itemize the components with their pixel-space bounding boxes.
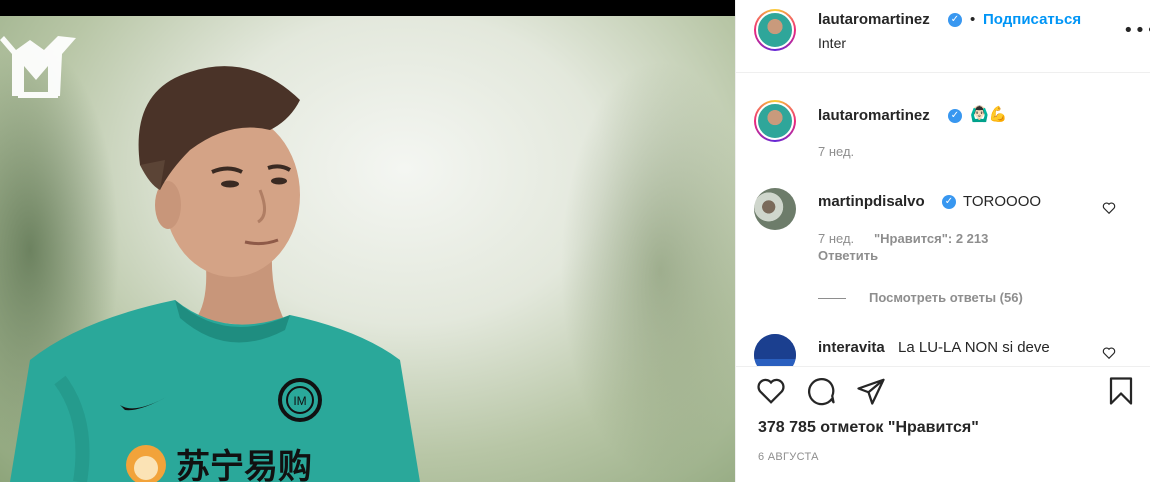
view-replies-button[interactable]: Посмотреть ответы (56) xyxy=(869,290,1023,305)
comment-reply-button[interactable]: Ответить xyxy=(818,248,878,263)
follow-button[interactable]: Подписаться xyxy=(983,11,1081,28)
comment-like-heart-icon[interactable] xyxy=(1102,201,1116,215)
sponsor-text: 苏宁易购 xyxy=(176,447,312,482)
save-bookmark-icon[interactable] xyxy=(1106,376,1136,406)
caption-author-username[interactable]: lautaromartinez xyxy=(818,107,930,124)
watermark-logo xyxy=(0,36,76,98)
instagram-post-view: IM 苏宁易购 lautaromartinez ✓ • Подписаться … xyxy=(0,0,1150,482)
author-avatar[interactable] xyxy=(754,9,796,51)
like-heart-icon[interactable] xyxy=(756,376,786,406)
comment-verified-icon: ✓ xyxy=(942,195,956,209)
comment-like-heart-icon[interactable] xyxy=(1102,346,1116,360)
verified-icon: ✓ xyxy=(948,13,962,27)
caption-age[interactable]: 7 нед. xyxy=(818,144,854,159)
post-actions: 378 785 отметок "Нравится" 6 АВГУСТА xyxy=(736,366,1150,482)
post-location[interactable]: Inter xyxy=(818,35,846,51)
author-username[interactable]: lautaromartinez xyxy=(818,11,930,28)
svg-text:IM: IM xyxy=(293,394,306,408)
comment-icon[interactable] xyxy=(806,376,836,406)
comment-avatar[interactable] xyxy=(754,188,796,230)
caption-text: 🙆🏻‍♂️💪 xyxy=(970,105,1008,123)
share-icon[interactable] xyxy=(856,376,886,406)
inter-badge: IM xyxy=(278,378,322,422)
post-header: lautaromartinez ✓ • Подписаться Inter ••… xyxy=(736,0,1150,73)
player-illustration: IM 苏宁易购 xyxy=(0,36,420,482)
caption-verified-icon: ✓ xyxy=(948,109,962,123)
more-options-icon[interactable]: ••• xyxy=(1123,20,1150,41)
comment-username[interactable]: interavita xyxy=(818,339,885,356)
post-sidebar: lautaromartinez ✓ • Подписаться Inter ••… xyxy=(735,0,1150,482)
comment-age[interactable]: 7 нед. xyxy=(818,231,854,246)
caption-author-avatar[interactable] xyxy=(754,100,796,142)
replies-divider-line xyxy=(818,298,846,299)
post-date[interactable]: 6 АВГУСТА xyxy=(758,451,819,463)
comment-likes-count[interactable]: "Нравится": 2 213 xyxy=(874,231,988,246)
comment-username[interactable]: martinpdisalvo xyxy=(818,193,925,210)
post-photo[interactable]: IM 苏宁易购 xyxy=(0,0,735,482)
comment-text: La LU-LA NON si deve xyxy=(898,339,1050,356)
comment-text: TOROOOO xyxy=(963,193,1042,210)
separator-dot: • xyxy=(970,11,976,28)
likes-count[interactable]: 378 785 отметок "Нравится" xyxy=(758,419,979,437)
